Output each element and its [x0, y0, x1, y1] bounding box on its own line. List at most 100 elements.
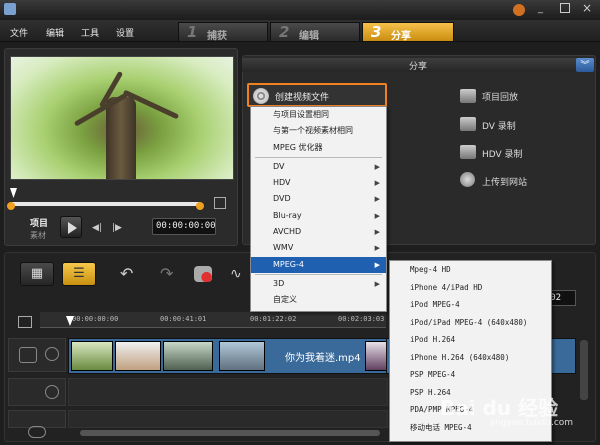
submenu-arrow-icon: ▶	[374, 179, 380, 188]
menu-item-label: AVCHD	[273, 227, 302, 237]
undo-icon[interactable]: ↶	[120, 264, 133, 283]
track-manager-icon[interactable]	[18, 316, 32, 328]
menu-item-hdv[interactable]: HDV ▶	[251, 175, 386, 191]
step-number: 1	[187, 23, 198, 41]
vertical-scrollbar[interactable]	[580, 340, 588, 400]
tab-capture[interactable]: 1 捕获	[178, 22, 268, 42]
horizontal-scrollbar[interactable]	[80, 430, 380, 436]
menu-item-label: Blu-ray	[273, 210, 302, 220]
timeline-ruler[interactable]: 00:00:00:00 00:00:41:01 00:01:22:02 00:0…	[40, 312, 386, 328]
menu-item-same-as-project[interactable]: 与项目设置相同	[251, 107, 386, 123]
enlarge-icon[interactable]	[214, 197, 226, 209]
storyboard-view-button[interactable]: ☰	[62, 262, 96, 286]
step-number: 2	[279, 23, 290, 41]
create-video-file-button[interactable]: 创建视频文件	[247, 83, 387, 107]
close-button[interactable]: ×	[582, 1, 592, 15]
video-clip[interactable]	[219, 341, 265, 371]
ruler-tick-label: 00:00:00:00	[72, 315, 119, 323]
tab-share[interactable]: 3 分享	[362, 22, 454, 42]
menu-item-dv[interactable]: DV ▶	[251, 159, 386, 175]
menu-item-label: DVD	[273, 194, 291, 204]
menu-item-label: MPEG-4	[273, 259, 304, 269]
submenu-item[interactable]: iPod H.264	[390, 331, 551, 349]
menu-separator	[255, 273, 382, 275]
baidu-watermark: Bai du 经验	[440, 396, 559, 420]
menu-item-label: WMV	[273, 243, 294, 253]
maximize-button[interactable]	[560, 3, 570, 13]
watermark-url: jingyan.baidu.com	[490, 418, 574, 428]
hdv-record-option[interactable]: HDV 录制	[482, 147, 523, 160]
audio-wave-icon[interactable]: ∿	[230, 266, 242, 282]
menu-item-wmv[interactable]: WMV ▶	[251, 240, 386, 256]
info-icon[interactable]	[513, 4, 525, 16]
submenu-item[interactable]: iPhone H.264 (640x480)	[390, 349, 551, 367]
submenu-item[interactable]: Mpeg-4 HD	[390, 261, 551, 279]
title-track[interactable]	[68, 410, 388, 428]
share-header: 分享	[242, 58, 594, 72]
camcorder-icon	[460, 117, 476, 131]
play-icon	[68, 222, 77, 234]
step-number: 3	[371, 23, 382, 41]
overlay-track[interactable]	[68, 378, 388, 406]
minimize-button[interactable]: _	[538, 3, 543, 14]
project-mode-label[interactable]: 项目	[30, 216, 48, 229]
video-track[interactable]: 你为我着迷.mp4	[68, 338, 388, 374]
overlay-track-header[interactable]	[8, 378, 66, 406]
app-icon	[4, 3, 16, 15]
menu-item-bluray[interactable]: Blu-ray ▶	[251, 208, 386, 224]
trim-end-marker[interactable]	[196, 202, 204, 210]
tab-edit[interactable]: 2 编辑	[270, 22, 360, 42]
dv-record-option[interactable]: DV 录制	[482, 119, 516, 132]
redo-icon[interactable]: ↷	[160, 264, 173, 283]
submenu-arrow-icon: ▶	[374, 244, 380, 253]
zoom-fit-icon[interactable]	[28, 426, 46, 438]
film-reel-icon	[253, 88, 269, 104]
video-clip[interactable]	[163, 341, 213, 371]
video-clip[interactable]	[115, 341, 161, 371]
menu-separator	[255, 156, 382, 158]
submenu-arrow-icon: ▶	[374, 211, 380, 220]
overlay-track-icon	[45, 385, 59, 399]
clip-title: 你为我着迷.mp4	[285, 353, 361, 364]
tree-trunk	[106, 97, 136, 179]
menu-item-mpeg-optimizer[interactable]: MPEG 优化器	[251, 140, 386, 156]
menu-file[interactable]: 文件	[10, 26, 28, 39]
track-toggle-icon[interactable]	[45, 347, 59, 361]
trim-start-marker[interactable]	[7, 202, 15, 210]
video-track-header[interactable]	[8, 338, 66, 372]
submenu-item[interactable]: iPhone 4/iPad HD	[390, 279, 551, 297]
play-button[interactable]	[60, 216, 82, 238]
menu-settings[interactable]: 设置	[116, 26, 134, 39]
submenu-item[interactable]: iPod/iPad MPEG-4 (640x480)	[390, 314, 551, 332]
playback-icon	[460, 89, 476, 103]
preview-video	[10, 56, 234, 180]
menu-tools[interactable]: 工具	[81, 26, 99, 39]
menu-item-avchd[interactable]: AVCHD ▶	[251, 224, 386, 240]
menu-edit[interactable]: 编辑	[46, 26, 64, 39]
submenu-item[interactable]: iPod MPEG-4	[390, 296, 551, 314]
video-clip[interactable]	[365, 341, 387, 371]
create-video-menu: 与项目设置相同 与第一个视频素材相同 MPEG 优化器 DV ▶ HDV ▶ DVD…	[250, 106, 387, 312]
clip-mode-label[interactable]: 素材	[30, 230, 46, 241]
timecode-display[interactable]: 00:00:00:00	[152, 218, 216, 235]
video-clip[interactable]	[71, 341, 113, 371]
menu-item-label: 3D	[273, 278, 285, 288]
video-track-icon	[19, 347, 37, 363]
menu-item-dvd[interactable]: DVD ▶	[251, 191, 386, 207]
menu-item-3d[interactable]: 3D ▶	[251, 276, 386, 292]
submenu-item[interactable]: PSP MPEG-4	[390, 366, 551, 384]
upload-to-web-option[interactable]: 上传到网站	[482, 175, 527, 188]
menu-item-same-as-first-clip[interactable]: 与第一个视频素材相同	[251, 123, 386, 139]
scrub-bar[interactable]	[12, 202, 200, 206]
prev-frame-button[interactable]: ◀|	[92, 223, 102, 233]
project-playback-option[interactable]: 项目回放	[482, 90, 518, 103]
collapse-chevron-icon[interactable]: ︾	[576, 58, 594, 72]
menu-item-mpeg4[interactable]: MPEG-4 ▶	[251, 256, 386, 273]
next-frame-button[interactable]: |▶	[112, 223, 122, 233]
submenu-arrow-icon: ▶	[374, 195, 380, 204]
record-capture-icon[interactable]	[194, 266, 212, 282]
menu-item-custom[interactable]: 自定义	[251, 292, 386, 308]
timeline-view-button[interactable]: ▦	[20, 262, 54, 286]
step-label: 编辑	[299, 31, 319, 42]
hdv-camcorder-icon	[460, 145, 476, 159]
